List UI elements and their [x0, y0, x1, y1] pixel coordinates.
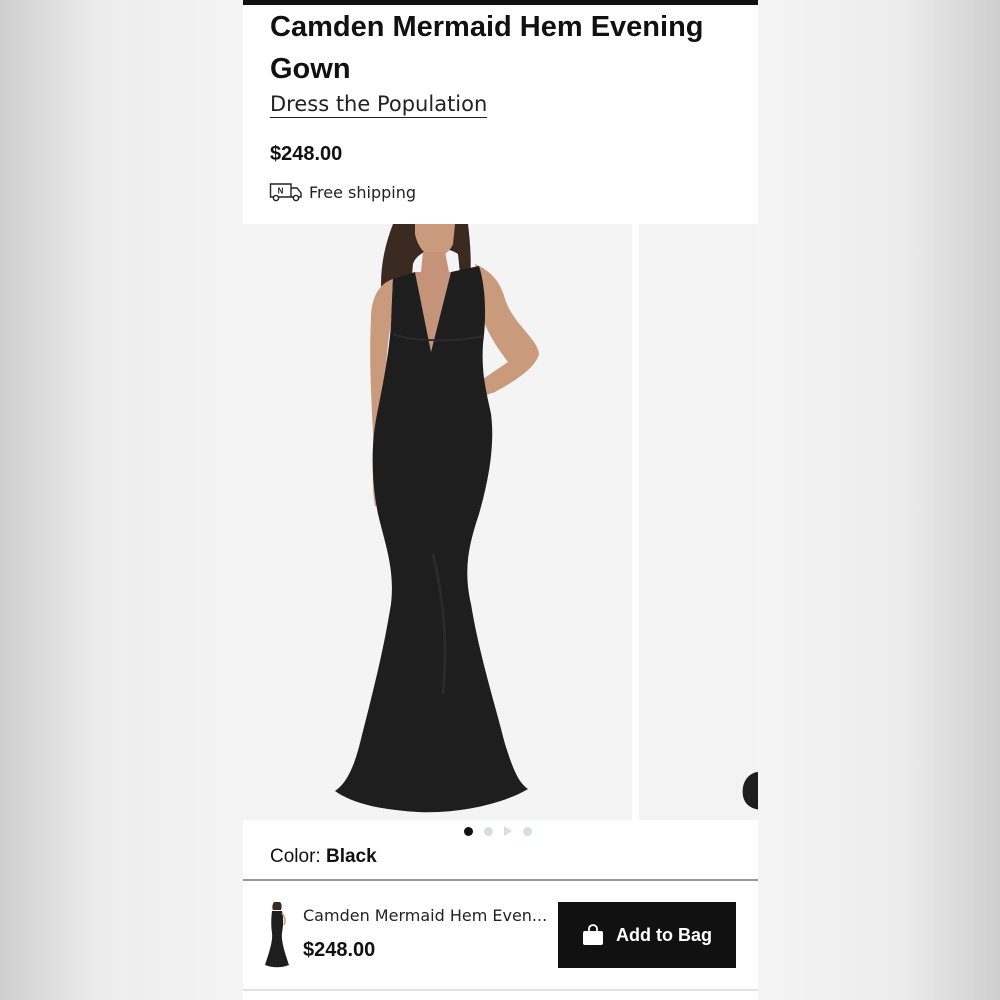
color-label: Color:: [270, 846, 321, 867]
shipping-icon-letter: N: [278, 187, 284, 196]
delivery-truck-icon: N: [269, 183, 302, 202]
divider: [243, 989, 758, 991]
add-to-bag-button[interactable]: Add to Bag: [558, 902, 736, 968]
blurred-background-left: [0, 0, 243, 1000]
product-price: $248.00: [270, 143, 343, 165]
sticky-add-to-bag-bar: Camden Mermaid Hem Even... $248.00 Add t…: [243, 879, 758, 1000]
shopping-bag-icon: [583, 924, 603, 945]
add-to-bag-label: Add to Bag: [616, 924, 712, 945]
carousel-video-play-icon[interactable]: [504, 826, 512, 836]
product-page: Camden Mermaid Hem Evening Gown Dress th…: [243, 0, 758, 1000]
shipping-info: N Free shipping: [269, 180, 416, 204]
product-thumbnail: [263, 901, 291, 969]
shipping-text: Free shipping: [309, 182, 417, 202]
image-carousel[interactable]: [243, 224, 758, 820]
product-image-2[interactable]: [639, 224, 758, 820]
carousel-dot-4[interactable]: [523, 826, 532, 836]
carousel-indicators[interactable]: [464, 825, 532, 837]
carousel-dot-1[interactable]: [464, 826, 473, 836]
brand-link[interactable]: Dress the Population: [270, 92, 488, 118]
color-selector: Color: Black: [270, 846, 377, 868]
product-image-1[interactable]: [243, 224, 632, 820]
sticky-product-price: $248.00: [303, 939, 376, 961]
carousel-dot-2[interactable]: [484, 826, 493, 836]
color-value: Black: [325, 846, 377, 867]
product-title: Camden Mermaid Hem Evening Gown: [270, 11, 704, 85]
top-bar: [243, 0, 758, 5]
blurred-background-right: [758, 0, 1000, 1000]
sticky-product-name: Camden Mermaid Hem Even...: [303, 906, 548, 925]
